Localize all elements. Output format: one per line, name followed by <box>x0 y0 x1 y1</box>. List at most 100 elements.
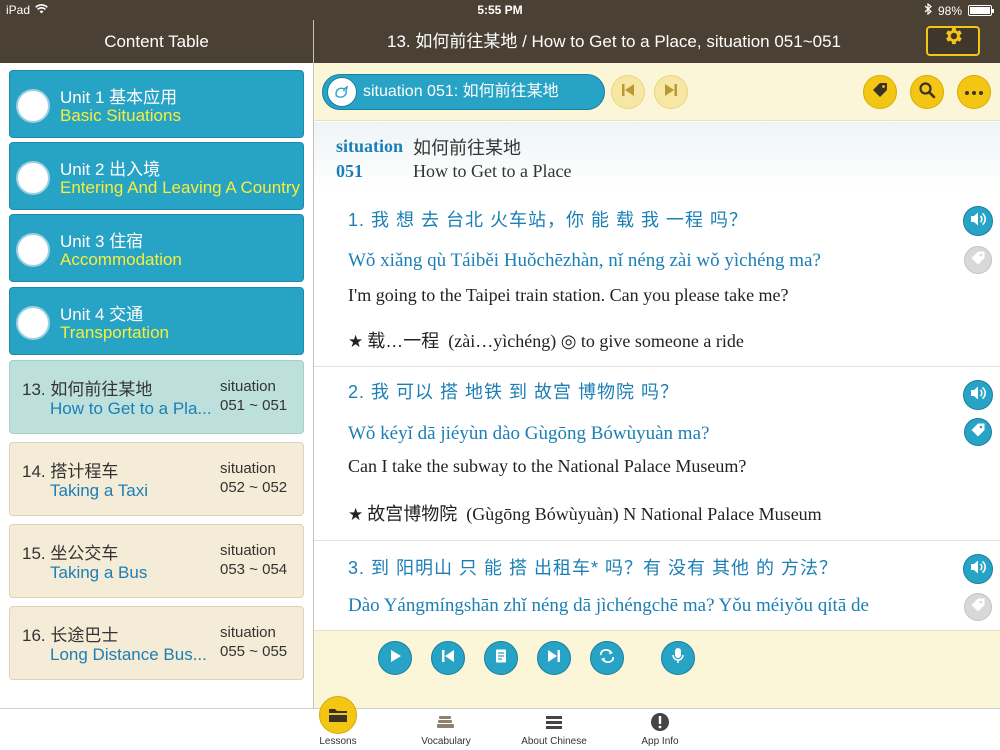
bookmark-tag-button[interactable] <box>863 75 897 109</box>
bookmark-sentence-button[interactable] <box>964 593 992 621</box>
vocab-note: ★ 载…一程 (zài…yìchéng) ◎ to give someone a … <box>348 327 744 353</box>
lesson-item-13[interactable]: 13. 如何前往某地 How to Get to a Pla... situat… <box>9 360 304 434</box>
unit-subtitle: Entering And Leaving A Country <box>60 178 301 197</box>
unit-title: Unit 2 出入境 <box>60 160 161 179</box>
unit-item-4[interactable]: Unit 4 交通 Transportation <box>9 287 304 355</box>
about-chinese-icon <box>544 712 564 732</box>
more-icon <box>964 83 984 101</box>
tab-label: App Info <box>641 736 679 747</box>
unit-subtitle: Transportation <box>60 323 169 342</box>
tag-icon <box>970 422 986 443</box>
situation-title-en: How to Get to a Place <box>413 161 572 181</box>
sentence-item-1[interactable]: 1. 我 想 去 台北 火车站，你 能 载 我 一程 吗？ Wǒ xiǎng q… <box>314 190 1000 367</box>
vocab-note-word: 载…一程 <box>367 331 440 351</box>
lesson-subtitle: Taking a Bus <box>50 563 148 582</box>
battery-icon <box>968 5 994 16</box>
search-icon <box>918 81 936 104</box>
sentence-pinyin: Dào Yángmíngshān zhǐ néng dā jìchéngchē … <box>348 595 869 616</box>
tab-label: Lessons <box>319 736 357 747</box>
gear-icon <box>942 20 964 63</box>
audio-player-bar <box>314 630 1000 688</box>
app-root: iPad 5:55 PM 98% Content Table 13. 如何前往某… <box>0 0 1000 750</box>
vocab-note: ★ 故宫博物院 (Gùgōng Bówùyuàn) N National Pala… <box>348 500 822 526</box>
sentence-pinyin: Wǒ kéyǐ dā jiéyùn dào Gùgōng Bówùyuàn ma… <box>348 423 710 444</box>
repeat-button[interactable] <box>590 641 624 675</box>
search-button[interactable] <box>910 75 944 109</box>
sentence-chinese: 1. 我 想 去 台北 火车站，你 能 载 我 一程 吗？ <box>348 210 749 230</box>
lesson-item-14[interactable]: 14. 搭计程车 Taking a Taxi situation 052 ~ 0… <box>9 442 304 516</box>
clock: 5:55 PM <box>477 3 523 17</box>
lesson-situation-range: 055 ~ 055 <box>220 643 288 660</box>
record-button[interactable] <box>661 641 695 675</box>
sentence-english: I'm going to the Taipei train station. C… <box>348 285 789 305</box>
unit-item-2[interactable]: Unit 2 出入境 Entering And Leaving A Countr… <box>9 142 304 210</box>
teacher-avatar-icon <box>16 89 50 123</box>
sentence-chinese: 3. 到 阳明山 只 能 搭 出租车* 吗？有 没有 其他 的 方法？ <box>348 558 839 578</box>
status-bar: iPad 5:55 PM 98% <box>0 0 1000 20</box>
lesson-situation-label: situation <box>220 624 276 641</box>
next-track-button[interactable] <box>537 641 571 675</box>
unit-subtitle: Accommodation <box>60 250 182 269</box>
teacher-avatar-icon <box>16 161 50 195</box>
tab-bar: Lessons Vocabulary About Chinese App Inf… <box>0 708 1000 750</box>
app-info-icon <box>650 712 670 732</box>
lesson-item-16[interactable]: 16. 长途巴士 Long Distance Bus... situation … <box>9 606 304 680</box>
situation-number: 051 <box>336 161 363 181</box>
speaker-icon <box>969 211 987 232</box>
tab-vocabulary[interactable]: Vocabulary <box>401 709 491 750</box>
tab-label: Vocabulary <box>421 736 471 747</box>
lesson-title: 13. 如何前往某地 <box>22 380 153 399</box>
play-button[interactable] <box>378 641 412 675</box>
lesson-situation-label: situation <box>220 460 276 477</box>
teacher-avatar-icon <box>16 306 50 340</box>
lesson-situation-label: situation <box>220 378 276 395</box>
star-icon: ★ <box>348 332 364 352</box>
tag-icon <box>970 250 986 271</box>
lesson-subtitle: How to Get to a Pla... <box>50 399 212 418</box>
tag-icon <box>871 81 889 104</box>
sentence-pinyin: Wǒ xiǎng qù Táiběi Huǒchēzhàn, nǐ néng z… <box>348 250 821 271</box>
more-button[interactable] <box>957 75 991 109</box>
previous-track-button[interactable] <box>431 641 465 675</box>
lesson-item-15[interactable]: 15. 坐公交车 Taking a Bus situation 053 ~ 05… <box>9 524 304 598</box>
situation-toolbar: situation 051: 如何前往某地 <box>314 63 1000 121</box>
bluetooth-icon <box>924 2 932 18</box>
unit-item-3[interactable]: Unit 3 住宿 Accommodation <box>9 214 304 282</box>
lesson-title: 15. 坐公交车 <box>22 544 119 563</box>
play-audio-button[interactable] <box>963 554 993 584</box>
next-situation-button[interactable] <box>654 75 688 109</box>
play-icon <box>387 648 403 669</box>
unit-item-1[interactable]: Unit 1 基本应用 Basic Situations <box>9 70 304 138</box>
play-audio-button[interactable] <box>963 206 993 236</box>
bookmark-sentence-button[interactable] <box>964 246 992 274</box>
skip-forward-icon <box>546 648 562 669</box>
situation-selector-label: situation 051: 如何前往某地 <box>363 83 559 100</box>
bookmark-sentence-button[interactable] <box>964 418 992 446</box>
sentence-chinese: 2. 我 可以 搭 地铁 到 故宫 博物院 吗？ <box>348 382 680 402</box>
unit-title: Unit 3 住宿 <box>60 232 144 251</box>
lesson-situation-range: 051 ~ 051 <box>220 397 288 414</box>
tab-about-chinese[interactable]: About Chinese <box>509 709 599 750</box>
battery-percent: 98% <box>937 3 962 18</box>
lesson-situation-range: 052 ~ 052 <box>220 479 288 496</box>
script-button[interactable] <box>484 641 518 675</box>
lessons-icon[interactable] <box>319 696 357 734</box>
sentence-english: Can I take the subway to the National Pa… <box>348 456 747 476</box>
situation-selector[interactable]: situation 051: 如何前往某地 <box>322 74 605 110</box>
bird-icon <box>327 77 357 107</box>
sidebar-title: Content Table <box>0 20 313 63</box>
microphone-icon <box>671 647 685 670</box>
unit-title: Unit 1 基本应用 <box>60 88 178 107</box>
sentence-item-3[interactable]: 3. 到 阳明山 只 能 搭 出租车* 吗？有 没有 其他 的 方法？ Dào … <box>314 540 1000 630</box>
vocabulary-icon <box>436 712 456 732</box>
tag-icon <box>970 597 986 618</box>
lesson-title: 16. 长途巴士 <box>22 626 119 645</box>
sentence-item-2[interactable]: 2. 我 可以 搭 地铁 到 故宫 博物院 吗？ Wǒ kéyǐ dā jiéy… <box>314 366 1000 542</box>
unit-title: Unit 4 交通 <box>60 305 144 324</box>
lesson-subtitle: Long Distance Bus... <box>50 645 207 664</box>
star-icon: ★ <box>348 505 364 525</box>
previous-situation-button[interactable] <box>611 75 645 109</box>
play-audio-button[interactable] <box>963 380 993 410</box>
settings-button[interactable] <box>926 26 980 56</box>
tab-app-info[interactable]: App Info <box>615 709 705 750</box>
